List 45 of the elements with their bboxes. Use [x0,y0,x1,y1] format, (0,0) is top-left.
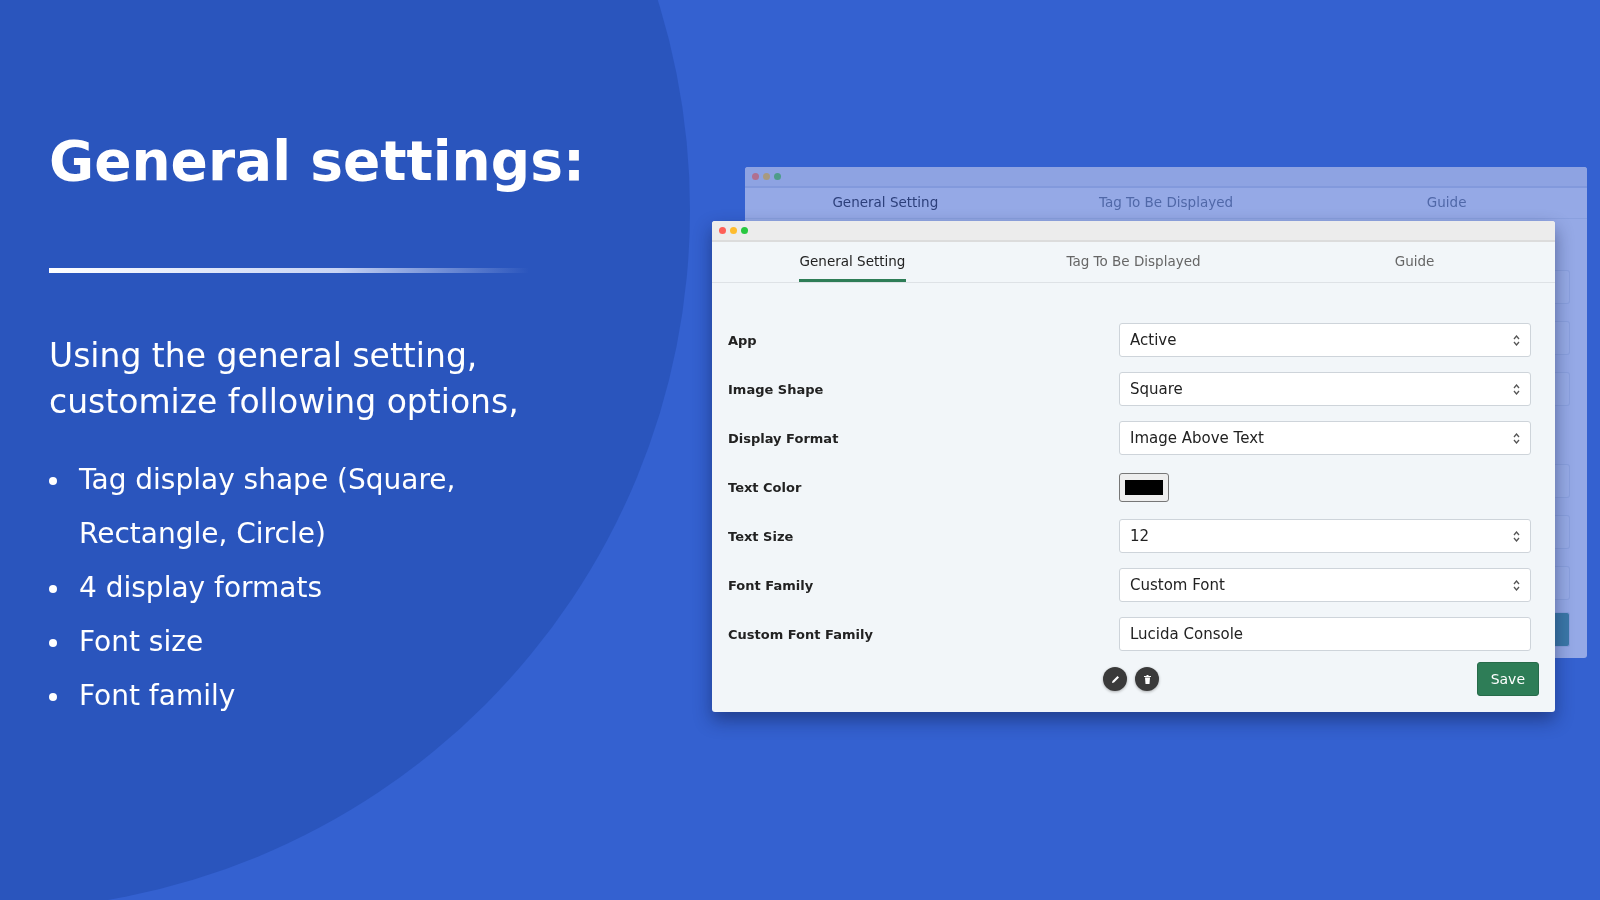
field-label: App [728,332,758,348]
bullet-text: Font size [79,624,205,660]
field-label: Font Family [728,577,815,593]
save-button[interactable]: Save [1476,662,1539,696]
intro-text: Using the general setting, customize following options, [49,335,520,423]
updown-caret-icon [1513,334,1520,346]
updown-caret-icon [1513,383,1520,395]
input-field[interactable]: Lucida Console [1119,617,1531,651]
button-edge [1555,612,1570,647]
field-label: Display Format [728,430,840,446]
bullet-icon [49,477,57,485]
select-field[interactable]: 12 [1119,519,1531,553]
field-outline [1555,270,1570,304]
select-field[interactable]: Image Above Text [1119,421,1531,455]
field-outline [1555,372,1570,406]
field-label: Text Color [728,479,803,495]
edit-button[interactable] [1103,667,1127,691]
bullet-icon [49,585,57,593]
tab[interactable]: Tag To Be Displayed [1065,242,1202,282]
updown-caret-icon [1513,432,1520,444]
bullet-text: Tag display shape (Square, Rectangle, Circle) [79,462,457,552]
bullet-text: Font family [79,678,237,714]
select-field[interactable]: Active [1119,323,1531,357]
updown-caret-icon [1513,530,1520,542]
bullet-text: 4 display formats [79,570,324,606]
field-outline [1555,464,1570,498]
updown-caret-icon [1513,579,1520,591]
tab[interactable]: Guide [1393,242,1436,282]
field-outline [1555,515,1570,549]
field-label: Text Size [728,528,795,544]
field-outline [1555,321,1570,355]
field-outline [1555,566,1570,600]
field-label: Image Shape [728,381,825,397]
color-swatch[interactable] [1119,472,1169,502]
bullet-icon [49,639,57,647]
delete-button[interactable] [1135,667,1159,691]
select-field[interactable]: Square [1119,372,1531,406]
tab[interactable]: General Setting [831,188,940,218]
tab[interactable]: General Setting [798,242,907,282]
bullet-icon [49,693,57,701]
select-field[interactable]: Custom Font [1119,568,1531,602]
slide-heading: General settings: [49,128,586,194]
field-label: Custom Font Family [728,626,874,642]
pencil-icon [1109,673,1121,685]
trash-icon [1142,673,1152,685]
